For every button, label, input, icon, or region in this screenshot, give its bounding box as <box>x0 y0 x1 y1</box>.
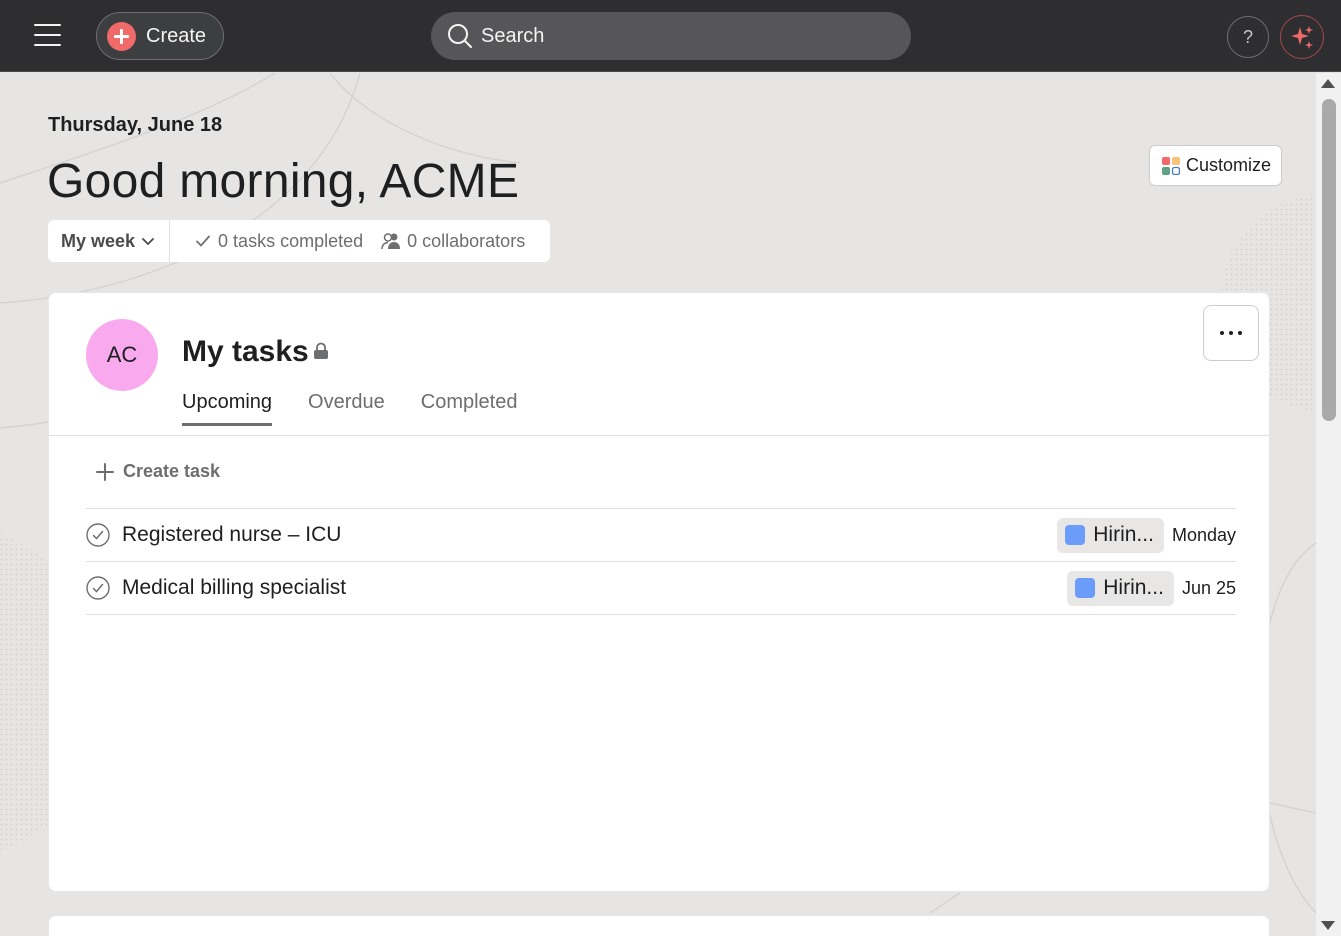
project-tag-label: Hirin... <box>1093 523 1154 546</box>
create-button-label: Create <box>146 24 207 47</box>
search-icon <box>448 24 472 48</box>
period-label: My week <box>61 230 136 251</box>
page-scrollbar[interactable] <box>1316 73 1341 936</box>
project-color-swatch <box>1075 578 1096 598</box>
task-due-date[interactable]: Jun 25 <box>1182 578 1236 599</box>
search-input[interactable]: Search <box>431 12 911 60</box>
customize-label: Customize <box>1186 155 1272 175</box>
greeting-title: Good morning, ACME <box>47 155 520 208</box>
widgets-icon <box>1162 156 1180 175</box>
task-name[interactable]: Medical billing specialist <box>122 576 1067 600</box>
my-tasks-title[interactable]: My tasks <box>182 335 309 369</box>
project-tag[interactable]: Hirin... <box>1057 517 1164 553</box>
top-bar: Create Search ? <box>0 0 1341 72</box>
scroll-thumb[interactable] <box>1322 99 1336 421</box>
chevron-down-icon <box>142 238 154 246</box>
tab-completed[interactable]: Completed <box>421 391 518 426</box>
sparkle-icon <box>1291 26 1313 49</box>
search-placeholder: Search <box>481 24 545 47</box>
lock-icon <box>314 342 328 359</box>
avatar[interactable]: AC <box>86 319 158 391</box>
tab-upcoming[interactable]: Upcoming <box>182 391 273 426</box>
collaborators-label: 0 collaborators <box>407 230 526 251</box>
weekly-stats: My week 0 tasks completed 0 collaborator… <box>48 220 550 262</box>
complete-task-checkbox[interactable] <box>86 523 110 547</box>
tasks-completed-label: 0 tasks completed <box>218 230 364 251</box>
scroll-down-icon[interactable] <box>1321 921 1335 930</box>
scroll-up-icon[interactable] <box>1321 79 1335 88</box>
task-list: Registered nurse – ICU Hirin... Monday M… <box>86 508 1236 615</box>
my-tasks-widget: AC My tasks Upcoming Overdue Completed C… <box>48 292 1271 892</box>
hamburger-icon[interactable] <box>34 24 61 48</box>
avatar-initials: AC <box>106 342 138 367</box>
task-row[interactable]: Medical billing specialist Hirin... Jun … <box>86 562 1236 615</box>
tabs-divider <box>49 435 1271 436</box>
project-color-swatch <box>1065 525 1086 545</box>
customize-button[interactable]: Customize <box>1149 145 1282 186</box>
help-icon: ? <box>1242 26 1253 47</box>
create-button[interactable]: Create <box>96 12 224 60</box>
ai-assistant-button[interactable] <box>1280 15 1324 59</box>
people-icon <box>381 233 401 250</box>
checkmark-icon <box>196 235 210 247</box>
next-widget <box>48 915 1270 936</box>
plus-icon <box>96 462 114 481</box>
date-heading: Thursday, June 18 <box>48 114 223 136</box>
task-tabs: Upcoming Overdue Completed <box>182 391 553 426</box>
project-tag[interactable]: Hirin... <box>1067 570 1174 606</box>
plus-icon <box>107 21 136 51</box>
collaborators-stat: 0 collaborators <box>381 231 525 252</box>
project-tag-label: Hirin... <box>1103 576 1164 599</box>
create-task-button[interactable]: Create task <box>95 461 220 482</box>
task-due-date[interactable]: Monday <box>1172 525 1236 546</box>
task-name[interactable]: Registered nurse – ICU <box>122 523 1057 547</box>
more-icon <box>1220 331 1224 335</box>
period-dropdown[interactable]: My week <box>48 220 171 262</box>
help-button[interactable]: ? <box>1227 16 1269 58</box>
tab-overdue[interactable]: Overdue <box>308 391 385 426</box>
complete-task-checkbox[interactable] <box>86 576 110 600</box>
more-options-button[interactable] <box>1203 305 1259 361</box>
tasks-completed-stat: 0 tasks completed <box>194 231 363 252</box>
task-row[interactable]: Registered nurse – ICU Hirin... Monday <box>86 509 1236 562</box>
create-task-label: Create task <box>123 461 221 481</box>
